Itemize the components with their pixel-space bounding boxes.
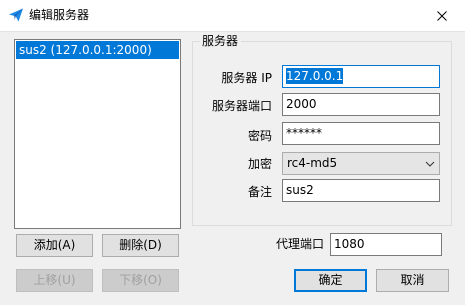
close-button[interactable] — [419, 0, 465, 31]
paper-plane-icon — [9, 8, 23, 22]
server-list-item[interactable]: sus2 (127.0.0.1:2000) — [16, 41, 179, 59]
chevron-down-icon — [425, 161, 435, 167]
encryption-label: 加密 — [247, 157, 272, 171]
encryption-select[interactable]: rc4-md5 — [282, 152, 440, 175]
server-port-label: 服务器端口 — [211, 99, 272, 113]
password-label: 密码 — [247, 129, 272, 143]
server-ip-label: 服务器 IP — [221, 71, 272, 85]
server-ip-field[interactable]: 127.0.0.1 — [282, 65, 440, 88]
server-ip-value: 127.0.0.1 — [286, 68, 344, 84]
add-button[interactable]: 添加(A) — [16, 234, 93, 257]
server-port-field[interactable]: 2000 — [282, 93, 440, 116]
server-group-title: 服务器 — [200, 34, 242, 48]
close-icon — [437, 10, 447, 21]
cancel-button[interactable]: 取消 — [376, 269, 449, 292]
server-list[interactable]: sus2 (127.0.0.1:2000) — [14, 39, 181, 229]
remarks-field[interactable]: sus2 — [282, 179, 440, 202]
remarks-label: 备注 — [247, 185, 272, 199]
proxy-port-label: 代理端口 — [275, 237, 324, 251]
password-field[interactable]: ****** — [282, 122, 440, 145]
ok-button[interactable]: 确定 — [294, 269, 367, 292]
title-bar: 编辑服务器 — [0, 0, 465, 31]
dialog-body: sus2 (127.0.0.1:2000) 添加(A) 删除(D) 上移(U) … — [0, 31, 465, 305]
proxy-port-field[interactable]: 1080 — [330, 233, 442, 256]
delete-button[interactable]: 删除(D) — [102, 234, 179, 257]
move-down-button[interactable]: 下移(O) — [102, 269, 179, 292]
move-up-button[interactable]: 上移(U) — [16, 269, 93, 292]
encryption-value: rc4-md5 — [287, 156, 338, 170]
window-title: 编辑服务器 — [29, 8, 90, 22]
